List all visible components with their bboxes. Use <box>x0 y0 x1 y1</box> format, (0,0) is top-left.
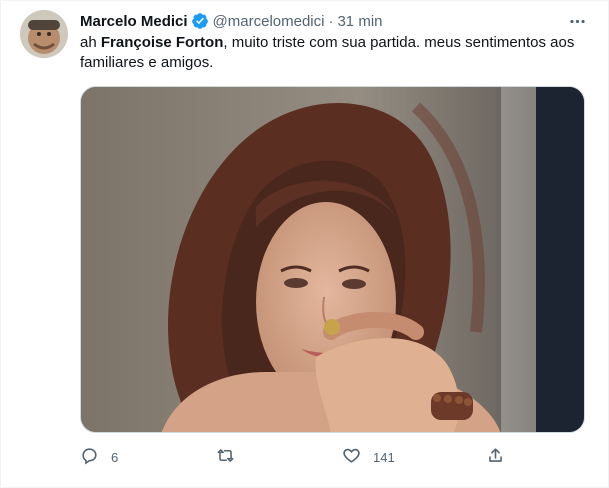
tweet-text: ah Françoise Forton, muito triste com su… <box>80 33 585 73</box>
heart-icon <box>342 446 361 468</box>
tweet-card[interactable]: Marcelo Medici @marcelomedici · 31 min a… <box>0 0 609 488</box>
separator-dot: · <box>328 12 334 30</box>
verified-badge-icon <box>191 12 209 30</box>
avatar-image <box>20 10 68 58</box>
like-count: 141 <box>373 449 395 465</box>
more-icon[interactable] <box>566 10 588 32</box>
tweet-timestamp[interactable]: 31 min <box>337 13 382 30</box>
mentioned-name: Françoise Forton <box>100 34 224 51</box>
reply-count: 6 <box>111 449 119 465</box>
retweet-icon <box>216 446 235 468</box>
retweet-button[interactable] <box>216 445 247 469</box>
author-handle[interactable]: @marcelomedici <box>213 13 325 30</box>
share-icon <box>486 446 505 468</box>
author-name[interactable]: Marcelo Medici <box>80 13 188 30</box>
tweet-actions: 6 141 <box>80 445 510 469</box>
like-button[interactable]: 141 <box>342 445 395 469</box>
tweet-text-prefix: ah <box>80 34 101 51</box>
reply-button[interactable]: 6 <box>80 445 118 469</box>
portrait-photo <box>81 87 584 432</box>
tweet-header: Marcelo Medici @marcelomedici · 31 min <box>80 11 588 31</box>
avatar[interactable] <box>20 10 68 58</box>
reply-icon <box>80 446 99 468</box>
share-button[interactable] <box>486 445 517 469</box>
tweet-photo[interactable] <box>80 86 585 433</box>
